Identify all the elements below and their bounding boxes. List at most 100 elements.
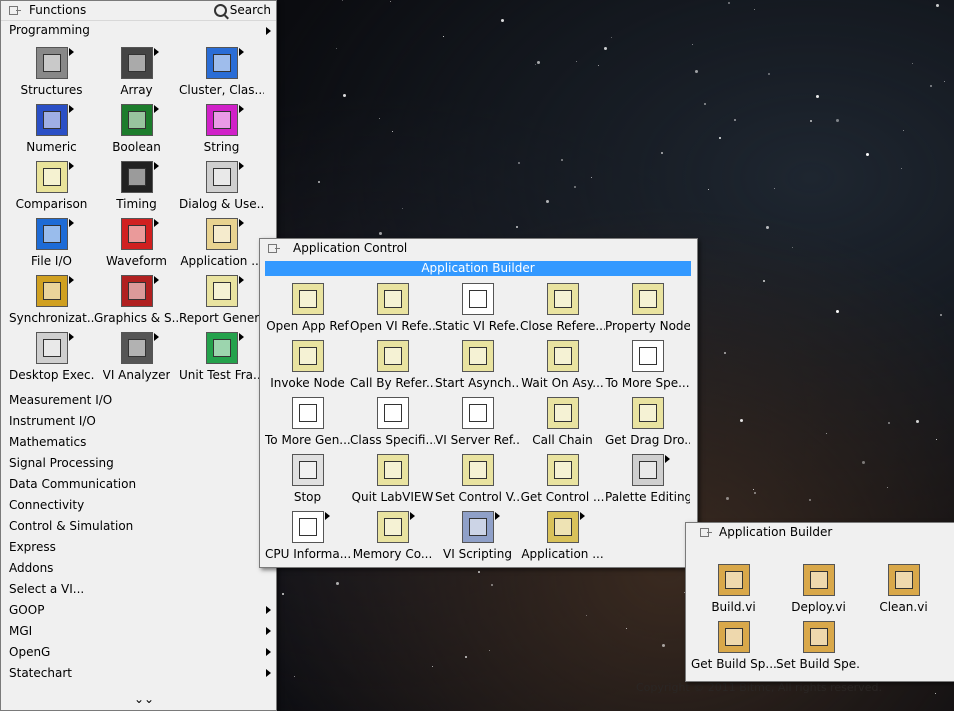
palette-item[interactable]: Start Asynch... (435, 340, 520, 397)
palette-item[interactable]: Static VI Refe... (435, 283, 520, 340)
category-list-item[interactable]: Signal Processing (1, 453, 276, 474)
palette-item-label: Waveform (106, 254, 167, 268)
more-chevron-icon[interactable]: ⌄⌄ (134, 692, 154, 706)
category-programming[interactable]: Programming (1, 21, 276, 41)
palette-item[interactable]: Synchronizat... (9, 275, 94, 332)
palette-item[interactable]: Call By Refer... (350, 340, 435, 397)
category-list-item[interactable]: Statechart (1, 663, 276, 684)
palette-item-label: Get Drag Dro... (605, 433, 690, 447)
icon-glyph (809, 628, 828, 646)
star-dot (561, 158, 563, 161)
palette-item[interactable]: Build.vi (691, 564, 776, 621)
star-dot (865, 152, 869, 156)
palette-item-label: Cluster, Clas... (179, 83, 264, 97)
pin-icon[interactable] (698, 526, 712, 538)
palette-item[interactable]: Close Refere... (520, 283, 605, 340)
palette-item[interactable]: String (179, 104, 264, 161)
pin-icon[interactable] (266, 242, 280, 254)
category-list-item[interactable]: Connectivity (1, 495, 276, 516)
palette-item[interactable]: Palette Editing (605, 454, 690, 511)
category-list-label: OpenG (9, 645, 51, 659)
palette-item[interactable]: VI Server Ref... (435, 397, 520, 454)
icon-glyph (127, 111, 146, 129)
palette-item[interactable]: Call Chain (520, 397, 605, 454)
category-list-item[interactable]: Measurement I/O (1, 390, 276, 411)
palette-item-label: Comparison (15, 197, 88, 211)
icon-glyph (638, 461, 657, 479)
palette-item[interactable]: Get Control ... (520, 454, 605, 511)
palette-item[interactable]: Boolean (94, 104, 179, 161)
category-list-item[interactable]: OpenG (1, 642, 276, 663)
palette-item[interactable]: Wait On Asy... (520, 340, 605, 397)
palette-item[interactable]: Unit Test Fra... (179, 332, 264, 389)
icon-glyph (298, 404, 317, 422)
category-list-label: Data Communication (9, 477, 137, 491)
palette-item[interactable]: Stop (265, 454, 350, 511)
palette-item-label: Open App Ref (266, 319, 349, 333)
palette-item-label: Class Specifi... (350, 433, 435, 447)
category-list-item[interactable]: MGI (1, 621, 276, 642)
palette-item-label: Synchronizat... (9, 311, 94, 325)
chevron-right-icon (266, 669, 271, 677)
application-builder-highlight[interactable]: Application Builder (265, 261, 691, 276)
palette-item[interactable]: Numeric (9, 104, 94, 161)
category-list-item[interactable]: Express (1, 537, 276, 558)
palette-item[interactable]: To More Gen... (265, 397, 350, 454)
palette-item[interactable]: Report Gener... (179, 275, 264, 332)
palette-item[interactable]: Class Specifi... (350, 397, 435, 454)
palette-item[interactable]: Property Node (605, 283, 690, 340)
category-list-item[interactable]: Addons (1, 558, 276, 579)
palette-item[interactable]: Set Build Spe... (776, 621, 861, 678)
category-list-item[interactable]: Mathematics (1, 432, 276, 453)
palette-item[interactable]: Cluster, Clas... (179, 47, 264, 104)
palette-item[interactable]: To More Spe... (605, 340, 690, 397)
palette-item[interactable]: Desktop Exec... (9, 332, 94, 389)
star-dot (728, 2, 731, 5)
category-list-item[interactable]: Select a VI... (1, 579, 276, 600)
palette-item[interactable]: CPU Informa... (265, 511, 350, 568)
palette-item[interactable]: Set Control V... (435, 454, 520, 511)
palette-item[interactable]: Comparison (9, 161, 94, 218)
palette-item[interactable]: Deploy.vi (776, 564, 861, 621)
palette-item[interactable]: Application ... (179, 218, 264, 275)
property-node-icon (631, 283, 664, 315)
palette-item[interactable]: Waveform (94, 218, 179, 275)
star-dot (815, 94, 819, 98)
palette-item[interactable]: Application ... (520, 511, 605, 568)
category-list-item[interactable]: Data Communication (1, 474, 276, 495)
palette-item[interactable]: Get Drag Dro... (605, 397, 690, 454)
palette-item[interactable]: Array (94, 47, 179, 104)
palette-item[interactable]: Quit LabVIEW (350, 454, 435, 511)
palette-item[interactable]: Clean.vi (861, 564, 946, 621)
to-more-specific-icon (631, 340, 664, 372)
palette-item-label: Application ... (521, 547, 604, 561)
palette-item[interactable]: Open VI Refe... (350, 283, 435, 340)
category-list-item[interactable]: Control & Simulation (1, 516, 276, 537)
search-button[interactable]: Search (211, 2, 274, 18)
palette-item-label: Palette Editing (605, 490, 690, 504)
star-dot (402, 207, 404, 209)
palette-item-label: Wait On Asy... (521, 376, 604, 390)
set-build-spec-version-icon (802, 621, 835, 653)
palette-item-label: Unit Test Fra... (179, 368, 264, 382)
icon-glyph (127, 339, 146, 357)
pin-icon[interactable] (7, 4, 21, 16)
palette-item[interactable]: Open App Ref (265, 283, 350, 340)
string-icon (205, 104, 244, 136)
palette-item[interactable]: File I/O (9, 218, 94, 275)
palette-item[interactable]: VI Analyzer (94, 332, 179, 389)
search-label: Search (229, 3, 271, 17)
category-list-label: Mathematics (9, 435, 87, 449)
palette-item[interactable]: Graphics & S... (94, 275, 179, 332)
palette-item[interactable]: Structures (9, 47, 94, 104)
category-list-item[interactable]: GOOP (1, 600, 276, 621)
category-list-item[interactable]: Instrument I/O (1, 411, 276, 432)
star-dot (940, 314, 943, 317)
palette-item[interactable]: Invoke Node (265, 340, 350, 397)
palette-item[interactable]: Memory Co... (350, 511, 435, 568)
application-builder-icon-grid: Build.vi Deploy.vi Clean.vi Get Build Sp...… (686, 542, 954, 678)
palette-item[interactable]: Dialog & Use... (179, 161, 264, 218)
palette-item[interactable]: Get Build Sp... (691, 621, 776, 678)
palette-item[interactable]: VI Scripting (435, 511, 520, 568)
palette-item[interactable]: Timing (94, 161, 179, 218)
